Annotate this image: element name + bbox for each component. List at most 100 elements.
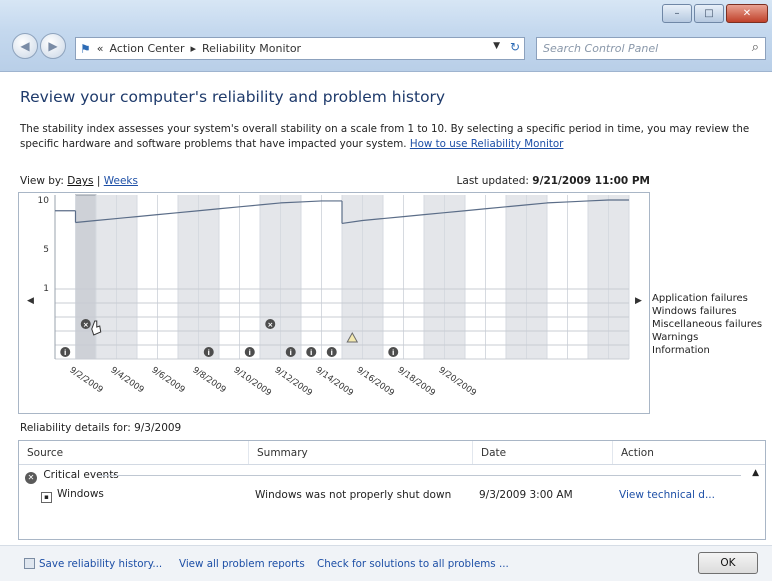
breadcrumb-reliability-monitor[interactable]: Reliability Monitor bbox=[202, 42, 301, 55]
collapse-icon[interactable]: ▲ bbox=[752, 468, 759, 478]
check-for-solutions-link[interactable]: Check for solutions to all problems ... bbox=[317, 558, 509, 570]
date-label: 9/16/2009 bbox=[355, 365, 396, 398]
chart-legend: Application failures Windows failures Mi… bbox=[652, 292, 762, 357]
table-header: Source Summary Date Action bbox=[19, 441, 765, 465]
windows-icon: ▪ bbox=[41, 491, 52, 503]
how-to-use-link[interactable]: How to use Reliability Monitor bbox=[410, 138, 564, 150]
column-action[interactable]: Action bbox=[613, 441, 765, 464]
information-glyph: i bbox=[310, 349, 312, 357]
last-updated-value: 9/21/2009 11:00 PM bbox=[532, 175, 650, 187]
row-source: ▪ Windows bbox=[19, 488, 249, 503]
critical-error-icon: ✕ bbox=[25, 472, 37, 484]
date-band bbox=[608, 195, 629, 359]
back-button[interactable]: ◀ bbox=[12, 33, 38, 59]
information-glyph: i bbox=[64, 349, 66, 357]
stability-line-segment bbox=[464, 208, 486, 212]
save-icon bbox=[24, 558, 35, 569]
date-band bbox=[178, 195, 199, 359]
forward-button[interactable]: ▶ bbox=[40, 33, 66, 59]
information-glyph: i bbox=[290, 349, 292, 357]
action-center-flag-icon: ⚑ bbox=[80, 41, 91, 56]
date-label: 9/18/2009 bbox=[396, 365, 437, 398]
date-label: 9/12/2009 bbox=[273, 365, 314, 398]
date-band bbox=[280, 195, 301, 359]
back-arrow-icon: ◀ bbox=[20, 39, 30, 53]
date-band bbox=[260, 195, 281, 359]
date-label: 9/2/2009 bbox=[68, 365, 105, 395]
view-technical-details-link[interactable]: View technical d... bbox=[613, 489, 765, 501]
y-tick-label: 10 bbox=[38, 196, 50, 206]
scroll-right-icon[interactable]: ▶ bbox=[635, 296, 642, 306]
stability-line-segment bbox=[546, 201, 568, 204]
last-updated-label: Last updated: bbox=[456, 175, 529, 187]
date-band bbox=[116, 195, 137, 359]
close-button[interactable]: ✕ bbox=[726, 4, 768, 23]
maximize-button[interactable]: □ bbox=[694, 4, 724, 23]
view-all-problem-reports-link[interactable]: View all problem reports bbox=[179, 558, 305, 570]
address-bar[interactable]: ⚑ « Action Center ▸ Reliability Monitor … bbox=[75, 37, 525, 60]
view-by-selector: View by: Days | Weeks bbox=[20, 175, 138, 187]
reliability-chart[interactable]: 10 5 1 × × i i i i i i i 9/2/2009 9/4/2009 9/6/2009 9/8… bbox=[18, 192, 650, 414]
save-reliability-history-label: Save reliability history... bbox=[39, 558, 163, 570]
date-label: 9/10/2009 bbox=[232, 365, 273, 398]
date-band bbox=[444, 195, 465, 359]
information-glyph: i bbox=[249, 349, 251, 357]
date-label: 9/8/2009 bbox=[191, 365, 228, 395]
search-placeholder: Search Control Panel bbox=[543, 42, 659, 55]
column-summary[interactable]: Summary bbox=[249, 441, 473, 464]
table-row[interactable]: ▪ Windows Windows was not properly shut d… bbox=[19, 485, 765, 505]
view-by-label: View by: bbox=[20, 175, 64, 187]
minimize-button[interactable]: – bbox=[662, 4, 692, 23]
search-input[interactable]: Search Control Panel ⌕ bbox=[536, 37, 766, 60]
search-icon[interactable]: ⌕ bbox=[752, 40, 759, 55]
date-label: 9/6/2009 bbox=[150, 365, 187, 395]
row-source-text: Windows bbox=[57, 487, 104, 500]
breadcrumb-overflow-icon[interactable]: « bbox=[97, 42, 104, 55]
critical-events-group[interactable]: ✕ Critical events ▲ bbox=[19, 465, 765, 485]
address-dropdown-icon[interactable]: ▼ bbox=[493, 41, 500, 51]
date-label: 9/14/2009 bbox=[314, 365, 355, 398]
stability-line-segment bbox=[239, 204, 261, 208]
page-title: Review your computer's reliability and p… bbox=[20, 88, 446, 106]
footer-bar: Save reliability history... View all pro… bbox=[0, 545, 772, 581]
stability-line-segment bbox=[157, 212, 179, 216]
column-source[interactable]: Source bbox=[19, 441, 249, 464]
column-date[interactable]: Date bbox=[473, 441, 613, 464]
y-tick-label: 5 bbox=[43, 245, 49, 255]
stability-line-segment bbox=[567, 200, 589, 203]
view-by-separator: | bbox=[96, 175, 101, 187]
information-glyph: i bbox=[331, 349, 333, 357]
y-tick-label: 1 bbox=[43, 284, 49, 294]
refresh-icon[interactable]: ↻ bbox=[510, 40, 520, 54]
selected-day-column bbox=[75, 194, 97, 360]
details-table: Source Summary Date Action ✕ Critical ev… bbox=[18, 440, 766, 540]
information-glyph: i bbox=[208, 349, 210, 357]
title-bar: – □ ✕ ◀ ▶ ⚑ « Action Center ▸ Reliabilit… bbox=[0, 0, 772, 72]
view-by-weeks[interactable]: Weeks bbox=[104, 175, 138, 187]
date-band bbox=[424, 195, 445, 359]
last-updated: Last updated: 9/21/2009 11:00 PM bbox=[457, 175, 650, 187]
forward-arrow-icon: ▶ bbox=[48, 39, 58, 53]
stability-line-segment bbox=[300, 200, 322, 203]
error-glyph: × bbox=[267, 321, 273, 329]
breadcrumb-separator-icon[interactable]: ▸ bbox=[190, 42, 196, 55]
reliability-details-label: Reliability details for: 9/3/2009 bbox=[20, 422, 182, 434]
view-by-days[interactable]: Days bbox=[67, 175, 93, 187]
stability-line-segment bbox=[382, 216, 404, 220]
legend-information: Information bbox=[652, 345, 710, 356]
stability-line-segment bbox=[403, 214, 425, 218]
date-label: 9/20/2009 bbox=[437, 365, 478, 398]
stability-line-segment bbox=[136, 214, 158, 218]
page-description: The stability index assesses your system… bbox=[20, 122, 755, 152]
save-reliability-history-link[interactable]: Save reliability history... bbox=[24, 558, 162, 570]
group-divider bbox=[99, 475, 741, 476]
reliability-chart-svg[interactable]: 1051× ×i i i i i i i9/2/2009 9/4/2009 9/6/2009 9/8… bbox=[19, 193, 651, 415]
stability-line-segment bbox=[218, 206, 240, 210]
legend-windows-failures: Windows failures bbox=[652, 306, 737, 317]
ok-button[interactable]: OK bbox=[698, 552, 758, 574]
date-band bbox=[506, 195, 527, 359]
breadcrumb-action-center[interactable]: Action Center bbox=[110, 42, 185, 55]
date-band bbox=[588, 195, 609, 359]
legend-application-failures: Application failures bbox=[652, 293, 748, 304]
scroll-left-icon[interactable]: ◀ bbox=[27, 296, 34, 306]
